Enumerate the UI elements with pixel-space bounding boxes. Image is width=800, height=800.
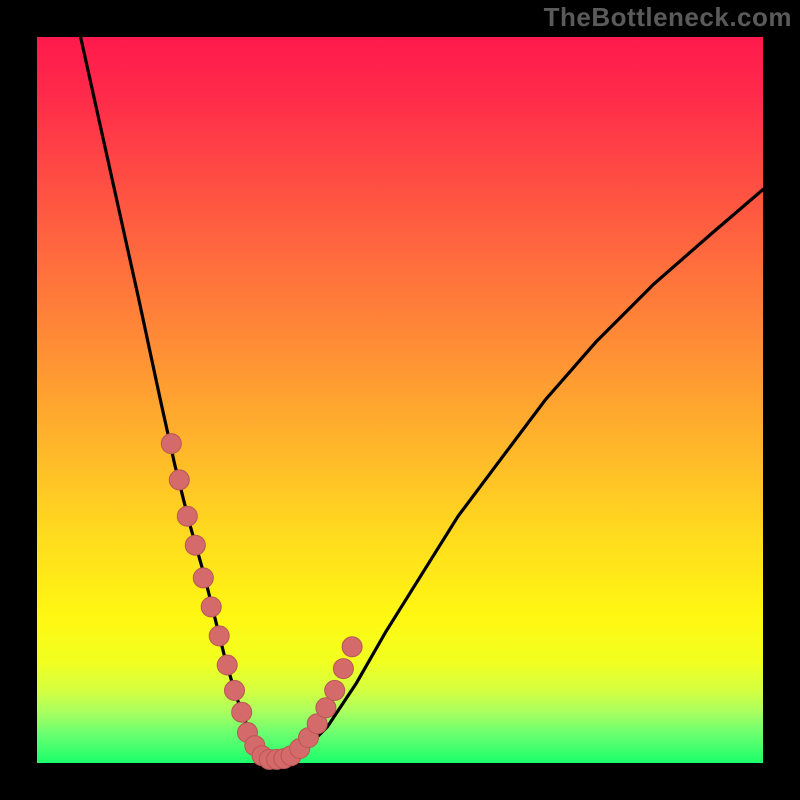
curve-marker [209,626,229,646]
curve-marker [333,659,353,679]
curve-marker [325,680,345,700]
watermark-text: TheBottleneck.com [544,2,792,33]
chart-frame: TheBottleneck.com [0,0,800,800]
chart-svg-layer [0,0,800,800]
curve-marker [201,597,221,617]
curve-marker [316,698,336,718]
curve-marker [342,637,362,657]
curve-marker [225,680,245,700]
curve-marker [193,568,213,588]
curve-marker [177,506,197,526]
curve-marker [217,655,237,675]
curve-marker [169,470,189,490]
curve-marker [232,702,252,722]
curve-marker [185,535,205,555]
bottleneck-curve [81,37,763,759]
curve-marker [161,434,181,454]
